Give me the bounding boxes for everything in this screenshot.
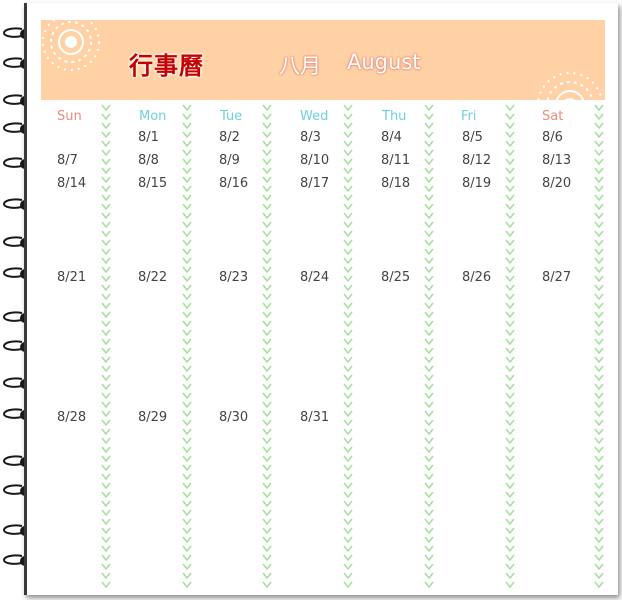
date-cell: 8/7 [57, 153, 78, 168]
date-cell: 8/18 [381, 176, 411, 191]
header-banner: 行事曆 八月 August [41, 20, 605, 100]
weekday-header-mon: Mon [139, 109, 167, 124]
weekday-header-thu: Thu [382, 109, 407, 124]
date-cell: 8/23 [219, 270, 249, 285]
column-divider-vine [594, 104, 604, 589]
month-english: August [347, 50, 421, 74]
weekday-header-tue: Tue [220, 109, 243, 124]
date-cell: 8/1 [138, 130, 159, 145]
lace-medallion-left [42, 20, 100, 71]
date-cell: 8/16 [219, 176, 249, 191]
date-cell: 8/5 [462, 130, 483, 145]
date-cell: 8/24 [300, 270, 330, 285]
date-cell: 8/3 [300, 130, 321, 145]
column-divider-vine [101, 104, 111, 589]
page-title: 行事曆 [129, 52, 204, 80]
date-cell: 8/31 [300, 410, 330, 425]
date-cell: 8/11 [381, 153, 411, 168]
date-cell: 8/4 [381, 130, 402, 145]
date-cell: 8/14 [57, 176, 87, 191]
date-cell: 8/25 [381, 270, 411, 285]
date-cell: 8/21 [57, 270, 87, 285]
date-cell: 8/6 [542, 130, 563, 145]
date-cell: 8/22 [138, 270, 168, 285]
date-cell: 8/20 [542, 176, 572, 191]
column-divider-vine [424, 104, 434, 589]
date-cell: 8/29 [138, 410, 168, 425]
date-cell: 8/12 [462, 153, 492, 168]
date-cell: 8/9 [219, 153, 240, 168]
date-cell: 8/2 [219, 130, 240, 145]
date-cell: 8/26 [462, 270, 492, 285]
column-divider-vine [262, 104, 272, 589]
weekday-header-sun: Sun [57, 109, 82, 124]
date-cell: 8/17 [300, 176, 330, 191]
column-divider-vine [343, 104, 353, 589]
date-cell: 8/8 [138, 153, 159, 168]
date-cell: 8/13 [542, 153, 572, 168]
weekday-header-sat: Sat [542, 109, 564, 124]
date-cell: 8/30 [219, 410, 249, 425]
month-chinese: 八月 [279, 54, 321, 78]
column-divider-vine [505, 104, 515, 589]
date-cell: 8/27 [542, 270, 572, 285]
date-cell: 8/28 [57, 410, 87, 425]
column-divider-vine [182, 104, 192, 589]
lace-medallion-right [537, 72, 603, 100]
date-cell: 8/10 [300, 153, 330, 168]
weekday-header-fri: Fri [461, 109, 477, 124]
weekday-header-wed: Wed [300, 109, 329, 124]
date-cell: 8/19 [462, 176, 492, 191]
date-cell: 8/15 [138, 176, 168, 191]
calendar-page: 行事曆 八月 August Sun Mon Tue Wed Thu Fri Sat 8/7 8/… [24, 3, 618, 595]
